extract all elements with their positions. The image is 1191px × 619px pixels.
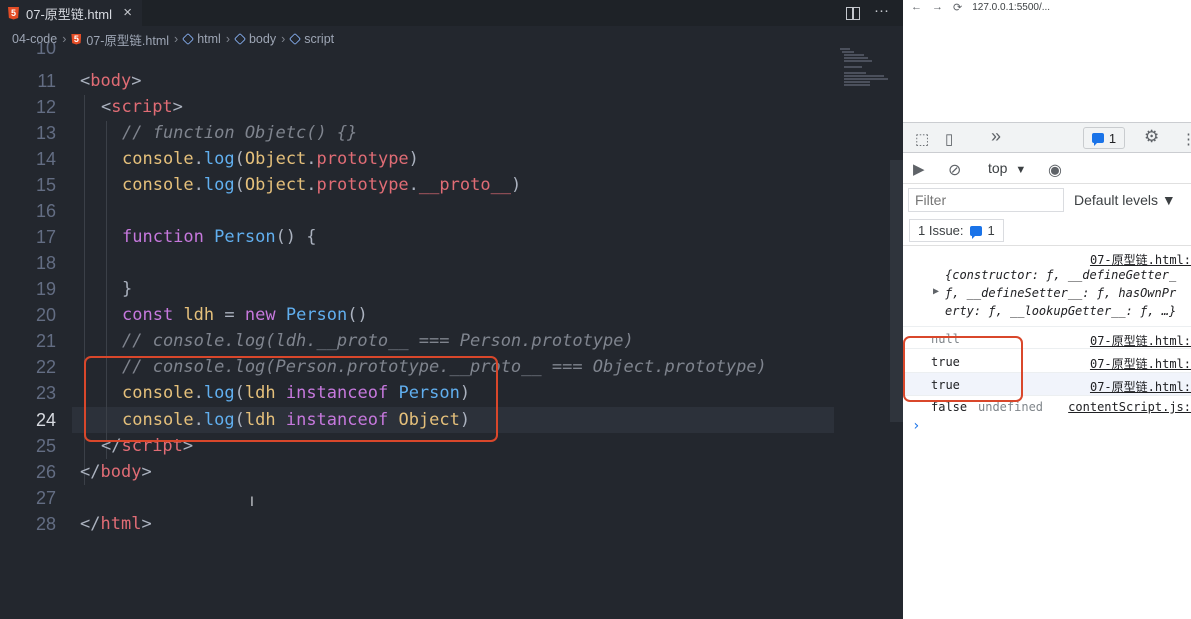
more-tabs-icon[interactable]: »	[991, 126, 1001, 147]
more-options-icon[interactable]: ⋮	[1181, 130, 1191, 148]
back-icon[interactable]: ←	[911, 1, 922, 13]
expand-triangle-icon[interactable]: ▶	[933, 286, 939, 297]
filter-input[interactable]	[908, 188, 1064, 212]
line-number: 22	[35, 357, 56, 377]
line-number: 12	[35, 97, 56, 117]
issues-button[interactable]: 1	[1083, 127, 1125, 149]
object-preview-line: {constructor: ƒ, __defineGetter_	[945, 268, 1177, 282]
reload-icon[interactable]: ⟳	[953, 1, 962, 14]
page-viewport	[903, 14, 1191, 122]
address-bar[interactable]: 127.0.0.1:5500/...	[972, 2, 1050, 13]
filter-row: Default levels ▼	[903, 184, 1191, 216]
browser-nav-bar: ← → ⟳ 127.0.0.1:5500/...	[903, 0, 1191, 14]
line-number: 18	[35, 253, 56, 273]
eye-icon[interactable]: ◉	[1048, 160, 1062, 180]
line-number: 17	[35, 227, 56, 247]
more-actions-icon[interactable]: ···	[874, 2, 889, 20]
split-editor-icon[interactable]	[846, 7, 860, 20]
line-number: 21	[35, 331, 56, 351]
highlight-box-console	[903, 336, 1023, 402]
device-toggle-icon[interactable]: ▯	[945, 130, 953, 148]
issue-row: 1 Issue: 1	[903, 216, 1191, 246]
false-value: false	[931, 400, 968, 414]
forward-icon[interactable]: →	[932, 1, 943, 13]
source-link[interactable]: 07-原型链.html:	[1090, 251, 1191, 268]
issues-chip[interactable]: 1 Issue: 1	[909, 219, 1004, 242]
content-script-link[interactable]: contentScript.js:	[1068, 400, 1191, 414]
line-number: 11	[37, 71, 56, 91]
line-number: 26	[35, 462, 56, 482]
line-number: 28	[35, 514, 56, 534]
line-number: 15	[35, 175, 56, 195]
source-link[interactable]: 07-原型链.html:	[1090, 332, 1191, 349]
sidebar-toggle-icon[interactable]: ▶	[913, 160, 925, 178]
devtools-toolbar: ⬚ ▯ » 1 ⚙ ⋮	[903, 122, 1191, 153]
line-number: 16	[35, 201, 56, 221]
issues-count: 1	[1108, 130, 1117, 146]
gear-icon[interactable]: ⚙	[1144, 127, 1159, 147]
object-preview-line: ƒ, __defineSetter__: ƒ, hasOwnPr	[945, 286, 1177, 300]
object-preview-line: erty: ƒ, __lookupGetter__: ƒ, …}	[945, 304, 1177, 318]
code-editor: 5 07-原型链.html × ··· 04-code › 5 07-原型链.h…	[0, 0, 903, 619]
inspect-element-icon[interactable]: ⬚	[915, 130, 929, 148]
browser-window: ← → ⟳ 127.0.0.1:5500/... ⬚ ▯ » 1 ⚙ ⋮ ▶ ⊘…	[903, 0, 1191, 619]
clear-console-icon[interactable]: ⊘	[948, 160, 961, 180]
console-entry-object: 07-原型链.html: {constructor: ƒ, __defineGe…	[903, 247, 1191, 327]
text-cursor-icon: I	[250, 493, 254, 509]
message-icon	[969, 225, 982, 239]
source-link[interactable]: 07-原型链.html:	[1090, 378, 1191, 395]
message-icon	[1091, 133, 1104, 146]
console-toolbar: ▶ ⊘ top ▼ ◉	[903, 153, 1191, 184]
context-select[interactable]: top ▼	[988, 160, 1026, 176]
issue-label: 1 Issue:	[918, 223, 964, 238]
close-icon[interactable]: ×	[123, 4, 132, 21]
minimap[interactable]	[838, 48, 888, 88]
line-number: 20	[35, 305, 56, 325]
line-number: 10	[35, 43, 56, 58]
log-levels-dropdown[interactable]: Default levels ▼	[1074, 192, 1176, 208]
editor-actions: ···	[846, 2, 889, 20]
tab-07-prototype-chain[interactable]: 5 07-原型链.html ×	[0, 0, 142, 26]
line-number: 14	[35, 149, 56, 169]
code-area[interactable]: 10 11 12 13 14 15 16 17 18 19 20 21 22 2…	[0, 43, 890, 619]
line-number: 23	[35, 383, 56, 403]
vertical-scrollbar[interactable]	[890, 160, 903, 422]
html5-icon: 5	[8, 6, 19, 20]
line-number: 19	[35, 279, 56, 299]
console-prompt-icon[interactable]: ›	[912, 418, 920, 434]
line-number: 13	[35, 123, 56, 143]
chevron-down-icon: ▼	[1015, 164, 1027, 176]
line-number: 25	[35, 436, 56, 456]
context-value: top	[988, 160, 1008, 176]
line-number-active: 24	[35, 410, 56, 430]
issue-count: 1	[987, 223, 995, 238]
line-number: 27	[35, 488, 56, 508]
undefined-value: undefined	[978, 400, 1044, 414]
highlight-box-code	[84, 356, 498, 442]
tab-title: 07-原型链.html	[26, 6, 112, 22]
editor-tab-bar: 5 07-原型链.html × ···	[0, 0, 903, 26]
source-link[interactable]: 07-原型链.html:	[1090, 355, 1191, 372]
